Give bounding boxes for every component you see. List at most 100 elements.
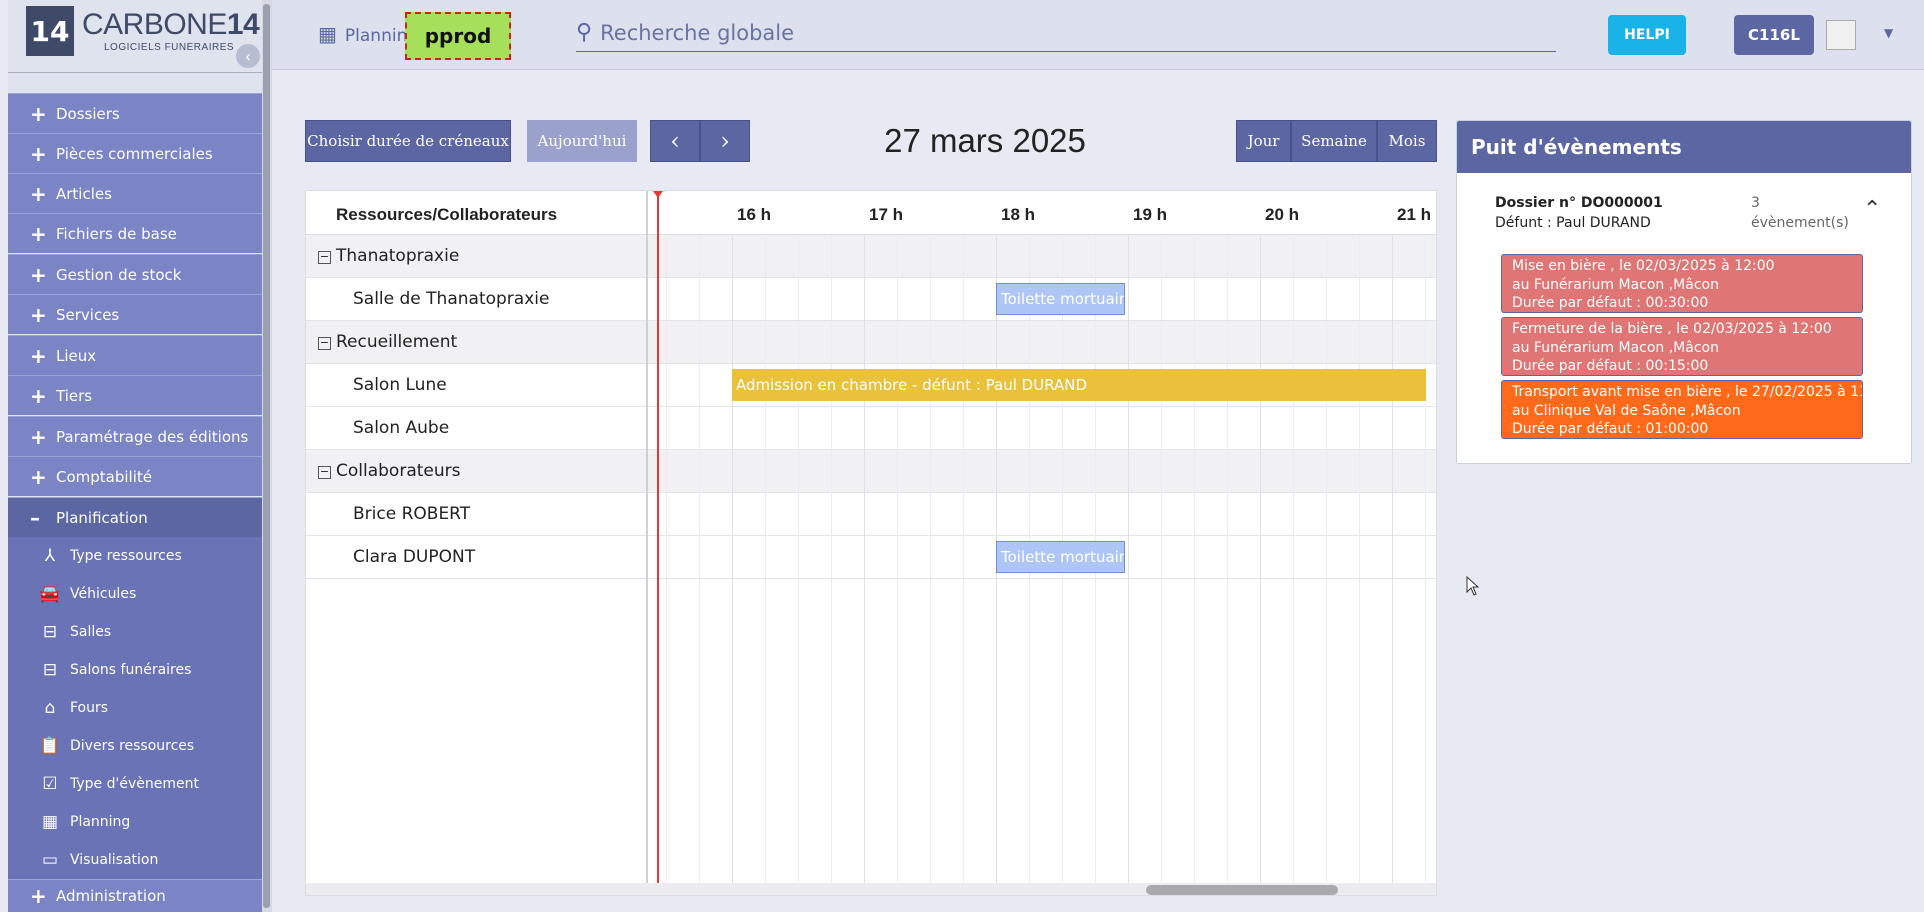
sidebar-scrollbar-thumb[interactable] <box>263 4 270 908</box>
resource-column-splitter[interactable] <box>646 191 648 895</box>
draggable-event[interactable]: Transport avant mise en bière , le 27/02… <box>1501 380 1863 439</box>
grid-row-clara-dupont[interactable] <box>306 536 1436 579</box>
grid-line <box>1227 235 1228 895</box>
help-button[interactable]: HELPI <box>1608 15 1686 55</box>
calendar-icon: ▦ <box>318 22 337 46</box>
choose-slot-duration-button[interactable]: Choisir durée de créneaux <box>305 120 511 162</box>
menu-item-administration[interactable]: + Administration <box>8 879 262 912</box>
collapse-icon[interactable]: − <box>318 337 331 350</box>
menu-item-fichiers-de-base[interactable]: + Fichiers de base <box>8 213 262 253</box>
defunt-name: Défunt : Paul DURAND <box>1495 215 1651 231</box>
submenu-vehicules[interactable]: 🚘 Véhicules <box>8 575 262 613</box>
next-button[interactable]: › <box>700 120 750 162</box>
hour-label: 18 h <box>1001 205 1036 224</box>
search-input[interactable] <box>600 20 1501 45</box>
submenu-divers-ressources[interactable]: 📋 Divers ressources <box>8 727 262 765</box>
submenu-salles[interactable]: ⊟ Salles <box>8 613 262 651</box>
app-logo[interactable]: 14 CARBONE14 LOGICIELS FUNERAIRES <box>16 4 260 60</box>
horizontal-scrollbar-thumb[interactable] <box>1146 885 1338 895</box>
grid-line <box>732 235 733 895</box>
grid-line <box>765 235 766 895</box>
submenu-salons-funeraires[interactable]: ⊟ Salons funéraires <box>8 651 262 689</box>
collapse-icon[interactable]: − <box>318 251 331 264</box>
menu-item-parametrage-editions[interactable]: + Paramétrage des éditions <box>8 416 262 456</box>
inbox-icon: ⊟ <box>42 621 58 642</box>
scheduled-event[interactable]: Admission en chambre - défunt : Paul DUR… <box>732 369 1426 401</box>
collapse-icon[interactable]: − <box>318 466 331 479</box>
today-button[interactable]: Aujourd'hui <box>527 120 637 162</box>
menu-item-pieces-commerciales[interactable]: + Pièces commerciales <box>8 133 262 173</box>
resource-label: Salon Aube <box>353 418 450 438</box>
menu-item-tiers[interactable]: + Tiers <box>8 375 262 415</box>
view-month-button[interactable]: Mois <box>1377 120 1437 162</box>
submenu-type-ressources[interactable]: ⅄ Type ressources <box>8 537 262 575</box>
submenu-planning[interactable]: ▦ Planning <box>8 803 262 841</box>
chevron-right-icon: › <box>720 127 730 155</box>
hour-label: 21 h <box>1397 205 1432 224</box>
grid-row-recueillement <box>306 321 1436 364</box>
plus-icon: + <box>30 141 47 166</box>
menu-item-gestion-de-stock[interactable]: + Gestion de stock <box>8 254 262 294</box>
draggable-event[interactable]: Fermeture de la bière , le 02/03/2025 à … <box>1501 317 1863 376</box>
grid-line <box>1194 235 1195 895</box>
group-collaborateurs[interactable]: − Collaborateurs <box>318 461 460 481</box>
view-week-button[interactable]: Semaine <box>1291 120 1377 162</box>
grid-row-salon-aube[interactable] <box>306 407 1436 450</box>
search-icon: ⚲ <box>576 20 593 45</box>
submenu-type-evenement[interactable]: ☑ Type d'évènement <box>8 765 262 803</box>
draggable-event[interactable]: Mise en bière , le 02/03/2025 à 12:00 au… <box>1501 254 1863 313</box>
grid-line <box>831 235 832 895</box>
global-search[interactable]: ⚲ <box>576 14 1556 52</box>
grid-row-brice-robert[interactable] <box>306 493 1436 536</box>
collapse-sidebar-button[interactable]: ‹ <box>236 44 260 68</box>
menu-item-planification[interactable]: – Planification <box>8 497 262 537</box>
chevron-down-icon[interactable]: ▼ <box>1884 26 1893 40</box>
scheduled-event[interactable]: Toilette mortuaire <box>996 283 1126 315</box>
breadcrumb[interactable]: ▦ Planning <box>310 22 418 46</box>
scheduler: Choisir durée de créneaux Aujourd'hui ‹ … <box>305 120 1437 896</box>
fireplace-icon: ⌂ <box>44 697 56 718</box>
logo-mark: 14 <box>26 6 74 56</box>
group-recueillement[interactable]: − Recueillement <box>318 332 457 352</box>
scheduled-event[interactable]: Toilette mortuaire <box>996 541 1126 573</box>
grid-line <box>1161 235 1162 895</box>
minus-icon: – <box>30 505 40 530</box>
grid-line <box>798 235 799 895</box>
grid-line <box>897 235 898 895</box>
grid-line <box>1326 235 1327 895</box>
grid-line <box>1392 235 1393 895</box>
event-count-label: évènement(s) <box>1751 215 1849 231</box>
avatar[interactable] <box>1826 20 1856 50</box>
window-icon: ▭ <box>41 849 59 870</box>
grid-line <box>864 235 865 895</box>
menu-item-lieux[interactable]: + Lieux <box>8 335 262 375</box>
grid-row-collaborateurs <box>306 450 1436 493</box>
menu-item-comptabilite[interactable]: + Comptabilité <box>8 456 262 496</box>
plus-icon: + <box>30 884 47 908</box>
grid-line <box>930 235 931 895</box>
menu-item-services[interactable]: + Services <box>8 294 262 334</box>
grid-line <box>963 235 964 895</box>
resource-label: Brice ROBERT <box>353 504 471 524</box>
grid-line <box>1359 235 1360 895</box>
submenu-visualisation[interactable]: ▭ Visualisation <box>8 841 262 879</box>
menu-item-dossiers[interactable]: + Dossiers <box>8 93 262 133</box>
resource-label: Clara DUPONT <box>353 547 476 567</box>
plus-icon: + <box>30 424 47 449</box>
submenu-fours[interactable]: ⌂ Fours <box>8 689 262 727</box>
car-icon: 🚘 <box>39 583 61 604</box>
logo-name: CARBONE14 <box>82 8 260 41</box>
resource-label: Salle de Thanatopraxie <box>353 289 550 309</box>
user-code-button[interactable]: C116L <box>1734 15 1814 55</box>
plus-icon: + <box>30 262 47 287</box>
view-day-button[interactable]: Jour <box>1236 120 1291 162</box>
chevron-left-icon: ‹ <box>244 46 252 66</box>
grid-line <box>666 235 667 895</box>
group-thanatopraxie[interactable]: − Thanatopraxie <box>318 246 459 266</box>
environment-badge: pprod <box>405 12 511 60</box>
menu-item-articles[interactable]: + Articles <box>8 173 262 213</box>
chevron-up-icon[interactable]: ⌃ <box>1863 197 1881 222</box>
prev-button[interactable]: ‹ <box>650 120 700 162</box>
event-well-title: Puit d'évènements <box>1457 121 1911 173</box>
chevron-left-icon: ‹ <box>670 127 680 155</box>
